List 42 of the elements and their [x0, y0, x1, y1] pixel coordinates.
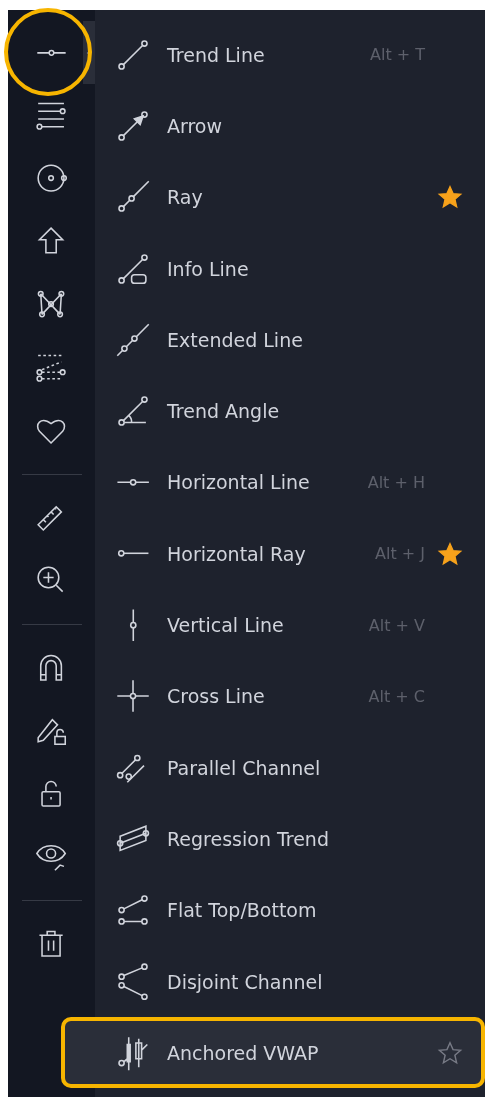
shortcut-text: Alt + T [370, 45, 425, 65]
item-label: Regression Trend [167, 827, 329, 850]
horizontal-line-icon [115, 478, 151, 487]
star-outline-icon[interactable] [437, 1039, 463, 1066]
item-label: Vertical Line [167, 614, 284, 636]
menu-item[interactable]: Trend Line Alt + T [61, 19, 485, 91]
star-icon[interactable] [437, 184, 463, 211]
item-label: Trend Angle [167, 400, 280, 423]
menu-item[interactable]: Horizontal Ray Alt + J [61, 518, 485, 590]
item-label: Ray [167, 186, 203, 209]
item-label: Arrow [167, 114, 223, 137]
menu-item[interactable]: Trend Angle [61, 375, 485, 447]
item-label: Cross Line [167, 685, 265, 708]
menu-item[interactable]: Ray [61, 161, 485, 233]
menu-item[interactable]: Horizontal Line Alt + H [61, 446, 485, 519]
shortcut-text: Alt + H [367, 472, 425, 492]
item-label: Horizontal Line [167, 471, 310, 494]
item-label: Disjoint Channel [167, 970, 323, 993]
item-label: Anchored VWAP [167, 1041, 319, 1064]
horizontal-line-icon [36, 48, 67, 57]
menu-item[interactable]: Vertical Line Alt + V [61, 589, 485, 661]
menu-item[interactable]: Extended Line [61, 304, 485, 376]
menu-item[interactable]: Disjoint Channel [61, 945, 485, 1018]
shortcut-text: Alt + C [368, 686, 425, 706]
menu-item[interactable]: Regression Trend [61, 803, 485, 875]
item-label: Trend Line [167, 43, 265, 66]
item-label: Info Line [167, 257, 249, 280]
item-label: Extended Line [167, 328, 303, 351]
menu-item[interactable]: Flat Top/Bottom [61, 874, 485, 946]
menu-item[interactable]: Cross Line Alt + C [61, 660, 485, 732]
shortcut-text: Alt + J [375, 544, 425, 564]
menu-item[interactable]: Info Line [61, 232, 485, 305]
horizontal-ray-icon [116, 549, 150, 558]
menu-item[interactable]: Parallel Channel [61, 731, 485, 804]
item-label: Parallel Channel [167, 756, 321, 779]
menu-item[interactable]: Anchored VWAP [61, 1017, 485, 1089]
vertical-line-icon [128, 607, 138, 643]
item-label: Flat Top/Bottom [167, 899, 317, 922]
item-label: Horizontal Ray [167, 542, 306, 565]
star-icon[interactable] [437, 540, 463, 567]
shortcut-text: Alt + V [368, 615, 425, 635]
menu-item[interactable]: Arrow [61, 90, 485, 162]
